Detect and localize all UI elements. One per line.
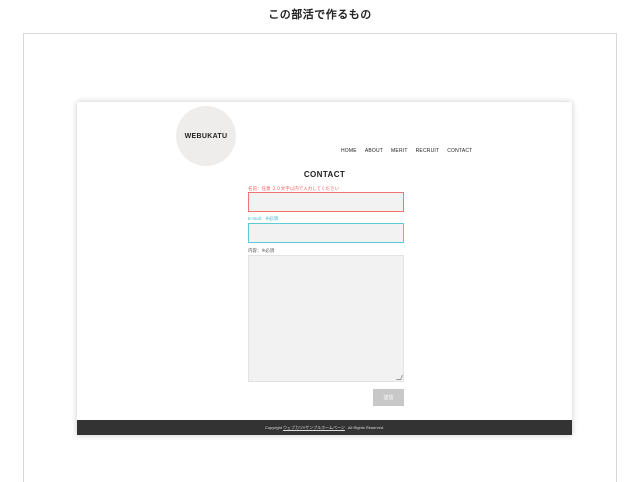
email-label: E-mail：※必須 <box>248 216 279 221</box>
submit-button[interactable]: 送信 <box>373 389 404 406</box>
message-label: 内容：※必須 <box>248 248 275 253</box>
nav-item-merit[interactable]: MERIT <box>391 148 408 154</box>
email-field[interactable] <box>248 223 404 243</box>
site-preview: WEBUKATU HOME ABOUT MERIT RECRUIT CONTAC… <box>77 102 572 435</box>
message-textarea[interactable] <box>248 255 404 382</box>
nav-item-about[interactable]: ABOUT <box>365 148 383 154</box>
page-title: この部活で作るもの <box>268 9 372 21</box>
logo-text: WEBUKATU <box>184 132 228 140</box>
resize-handle-icon[interactable] <box>396 375 403 380</box>
footer-home-link[interactable]: ウェブカツ!!サンプルホームページ <box>283 425 345 431</box>
copyright-suffix: . All Rights Reserved. <box>345 425 385 430</box>
site-logo[interactable]: WEBUKATU <box>176 106 236 166</box>
main-nav: HOME ABOUT MERIT RECRUIT CONTACT <box>341 148 480 154</box>
nav-item-home[interactable]: HOME <box>341 148 357 154</box>
contact-title: CONTACT <box>303 170 346 179</box>
site-footer: Copyright ウェブカツ!!サンプルホームページ . All Rights… <box>77 420 572 435</box>
copyright-prefix: Copyright <box>264 425 282 430</box>
name-field[interactable] <box>248 192 404 212</box>
nav-item-contact[interactable]: CONTACT <box>447 148 472 154</box>
nav-item-recruit[interactable]: RECRUIT <box>416 148 440 154</box>
